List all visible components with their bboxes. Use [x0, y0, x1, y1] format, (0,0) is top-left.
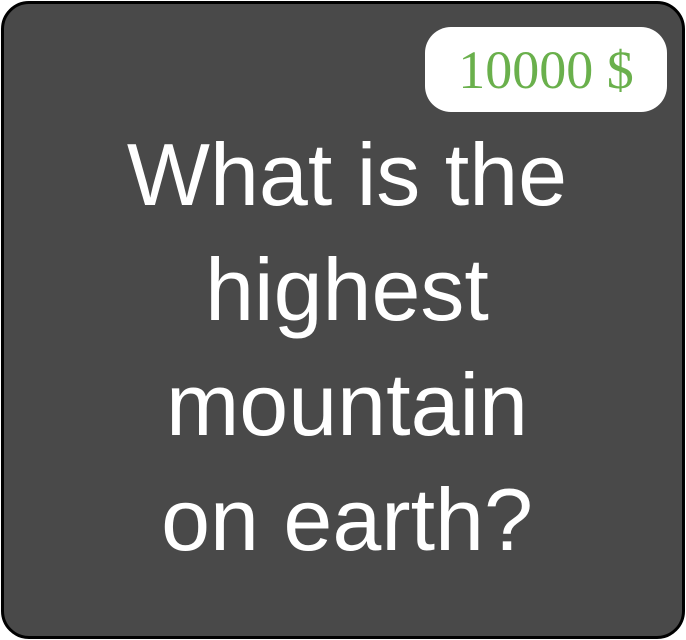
- prize-badge: 10000 $: [425, 27, 667, 112]
- question-text: What is the highest mountain on earth?: [126, 125, 568, 569]
- prize-amount: 10000 $: [458, 39, 634, 100]
- question-card: 10000 $ What is the highest mountain on …: [1, 1, 685, 639]
